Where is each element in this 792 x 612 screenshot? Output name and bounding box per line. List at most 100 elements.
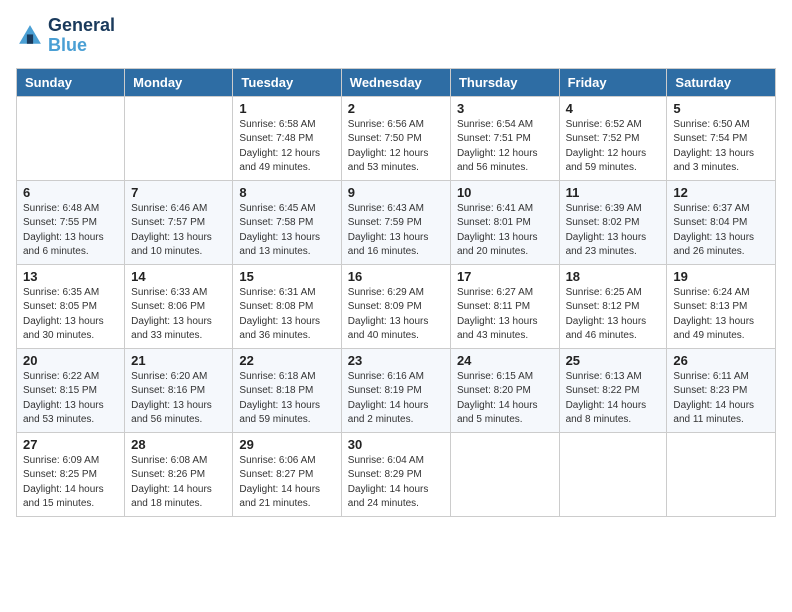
day-number: 6 [23,185,118,200]
calendar-cell: 2 Sunrise: 6:56 AM Sunset: 7:50 PM Daylig… [341,96,450,180]
calendar-cell: 20 Sunrise: 6:22 AM Sunset: 8:15 PM Dayli… [17,348,125,432]
calendar-cell: 16 Sunrise: 6:29 AM Sunset: 8:09 PM Dayli… [341,264,450,348]
weekday-header-row: SundayMondayTuesdayWednesdayThursdayFrid… [17,68,776,96]
day-info: Sunrise: 6:41 AM Sunset: 8:01 PM Dayligh… [457,202,553,260]
calendar-week-row: 1Sunrise: 6:58 AM Sunset: 7:48 PM Daylig… [17,96,776,180]
day-number: 19 [673,269,769,284]
weekday-header-thursday: Thursday [450,68,559,96]
day-info: Sunrise: 6:31 AM Sunset: 8:08 PM Dayligh… [239,286,334,344]
logo-text: General Blue [48,16,115,56]
day-info: Sunrise: 6:29 AM Sunset: 8:09 PM Dayligh… [348,286,444,344]
calendar-cell [559,432,667,516]
day-number: 4 [566,101,661,116]
day-info: Sunrise: 6:24 AM Sunset: 8:13 PM Dayligh… [673,286,769,344]
day-info: Sunrise: 6:13 AM Sunset: 8:22 PM Dayligh… [566,370,661,428]
day-info: Sunrise: 6:33 AM Sunset: 8:06 PM Dayligh… [131,286,226,344]
day-info: Sunrise: 6:15 AM Sunset: 8:20 PM Dayligh… [457,370,553,428]
day-info: Sunrise: 6:46 AM Sunset: 7:57 PM Dayligh… [131,202,226,260]
day-info: Sunrise: 6:18 AM Sunset: 8:18 PM Dayligh… [239,370,334,428]
day-number: 7 [131,185,226,200]
calendar-cell: 17 Sunrise: 6:27 AM Sunset: 8:11 PM Dayli… [450,264,559,348]
day-info: Sunrise: 6:09 AM Sunset: 8:25 PM Dayligh… [23,454,118,512]
calendar-cell: 28 Sunrise: 6:08 AM Sunset: 8:26 PM Dayli… [125,432,233,516]
day-info: Sunrise: 6:50 AM Sunset: 7:54 PM Dayligh… [673,118,769,176]
day-number: 5 [673,101,769,116]
day-number: 24 [457,353,553,368]
calendar-cell: 25 Sunrise: 6:13 AM Sunset: 8:22 PM Dayli… [559,348,667,432]
day-number: 16 [348,269,444,284]
day-info: Sunrise: 6:39 AM Sunset: 8:02 PM Dayligh… [566,202,661,260]
calendar-cell: 5 Sunrise: 6:50 AM Sunset: 7:54 PM Daylig… [667,96,776,180]
calendar-cell: 29 Sunrise: 6:06 AM Sunset: 8:27 PM Dayli… [233,432,341,516]
calendar-cell [667,432,776,516]
day-info: Sunrise: 6:22 AM Sunset: 8:15 PM Dayligh… [23,370,118,428]
day-info: Sunrise: 6:37 AM Sunset: 8:04 PM Dayligh… [673,202,769,260]
day-number: 23 [348,353,444,368]
day-info: Sunrise: 6:48 AM Sunset: 7:55 PM Dayligh… [23,202,118,260]
day-number: 27 [23,437,118,452]
day-number: 2 [348,101,444,116]
day-number: 14 [131,269,226,284]
calendar-cell: 22 Sunrise: 6:18 AM Sunset: 8:18 PM Dayli… [233,348,341,432]
day-number: 29 [239,437,334,452]
day-number: 9 [348,185,444,200]
day-info: Sunrise: 6:11 AM Sunset: 8:23 PM Dayligh… [673,370,769,428]
calendar-cell: 3Sunrise: 6:54 AM Sunset: 7:51 PM Daylig… [450,96,559,180]
calendar-cell: 14 Sunrise: 6:33 AM Sunset: 8:06 PM Dayli… [125,264,233,348]
calendar-cell: 23 Sunrise: 6:16 AM Sunset: 8:19 PM Dayli… [341,348,450,432]
day-number: 26 [673,353,769,368]
calendar-cell: 21 Sunrise: 6:20 AM Sunset: 8:16 PM Dayli… [125,348,233,432]
calendar-cell: 8Sunrise: 6:45 AM Sunset: 7:58 PM Daylig… [233,180,341,264]
calendar-cell: 15 Sunrise: 6:31 AM Sunset: 8:08 PM Dayli… [233,264,341,348]
weekday-header-monday: Monday [125,68,233,96]
day-number: 25 [566,353,661,368]
day-info: Sunrise: 6:16 AM Sunset: 8:19 PM Dayligh… [348,370,444,428]
day-info: Sunrise: 6:20 AM Sunset: 8:16 PM Dayligh… [131,370,226,428]
calendar-cell: 26 Sunrise: 6:11 AM Sunset: 8:23 PM Dayli… [667,348,776,432]
weekday-header-friday: Friday [559,68,667,96]
day-info: Sunrise: 6:06 AM Sunset: 8:27 PM Dayligh… [239,454,334,512]
day-info: Sunrise: 6:52 AM Sunset: 7:52 PM Dayligh… [566,118,661,176]
weekday-header-wednesday: Wednesday [341,68,450,96]
calendar-cell: 6 Sunrise: 6:48 AM Sunset: 7:55 PM Daylig… [17,180,125,264]
day-info: Sunrise: 6:25 AM Sunset: 8:12 PM Dayligh… [566,286,661,344]
calendar-cell: 9 Sunrise: 6:43 AM Sunset: 7:59 PM Daylig… [341,180,450,264]
calendar-cell: 24 Sunrise: 6:15 AM Sunset: 8:20 PM Dayli… [450,348,559,432]
weekday-header-saturday: Saturday [667,68,776,96]
day-number: 8 [239,185,334,200]
day-number: 22 [239,353,334,368]
calendar-cell [450,432,559,516]
day-number: 30 [348,437,444,452]
day-info: Sunrise: 6:56 AM Sunset: 7:50 PM Dayligh… [348,118,444,176]
weekday-header-tuesday: Tuesday [233,68,341,96]
calendar-cell: 7 Sunrise: 6:46 AM Sunset: 7:57 PM Daylig… [125,180,233,264]
day-number: 28 [131,437,226,452]
day-info: Sunrise: 6:35 AM Sunset: 8:05 PM Dayligh… [23,286,118,344]
day-number: 21 [131,353,226,368]
day-number: 1 [239,101,334,116]
day-number: 15 [239,269,334,284]
day-info: Sunrise: 6:27 AM Sunset: 8:11 PM Dayligh… [457,286,553,344]
calendar-cell: 1Sunrise: 6:58 AM Sunset: 7:48 PM Daylig… [233,96,341,180]
calendar-week-row: 6 Sunrise: 6:48 AM Sunset: 7:55 PM Daylig… [17,180,776,264]
day-info: Sunrise: 6:43 AM Sunset: 7:59 PM Dayligh… [348,202,444,260]
day-number: 17 [457,269,553,284]
logo: General Blue [16,16,115,56]
day-number: 10 [457,185,553,200]
calendar-cell [17,96,125,180]
calendar-table: SundayMondayTuesdayWednesdayThursdayFrid… [16,68,776,517]
day-info: Sunrise: 6:08 AM Sunset: 8:26 PM Dayligh… [131,454,226,512]
calendar-cell [125,96,233,180]
day-number: 11 [566,185,661,200]
day-number: 12 [673,185,769,200]
day-number: 18 [566,269,661,284]
calendar-cell: 12 Sunrise: 6:37 AM Sunset: 8:04 PM Dayli… [667,180,776,264]
calendar-cell: 4 Sunrise: 6:52 AM Sunset: 7:52 PM Daylig… [559,96,667,180]
calendar-week-row: 20 Sunrise: 6:22 AM Sunset: 8:15 PM Dayli… [17,348,776,432]
calendar-cell: 13 Sunrise: 6:35 AM Sunset: 8:05 PM Dayli… [17,264,125,348]
day-number: 3 [457,101,553,116]
logo-icon [16,22,44,50]
day-number: 20 [23,353,118,368]
day-number: 13 [23,269,118,284]
calendar-week-row: 13 Sunrise: 6:35 AM Sunset: 8:05 PM Dayli… [17,264,776,348]
